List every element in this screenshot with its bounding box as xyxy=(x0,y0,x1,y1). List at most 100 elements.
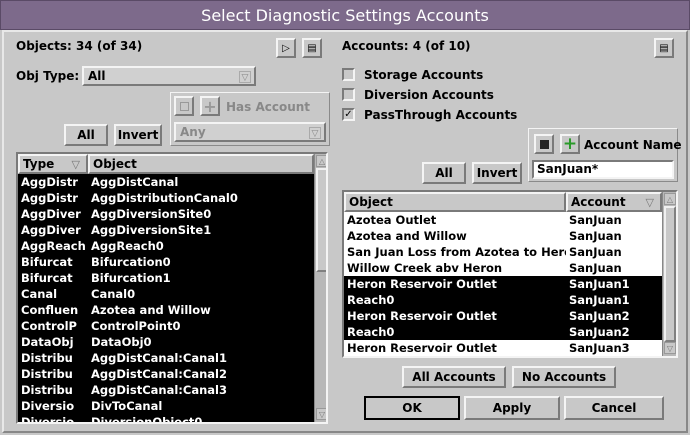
table-row[interactable]: AggDiver AggDiversionSite1 xyxy=(18,222,314,238)
column-object[interactable]: Object xyxy=(344,192,566,212)
table-row[interactable]: Confluen Azotea and Willow xyxy=(18,302,314,318)
cell-object: AggDistributionCanal0 xyxy=(91,191,238,205)
objects-table-body: AggDistr AggDistCanal AggDistr AggDistribut… xyxy=(18,174,314,424)
cell-type: AggDistr xyxy=(21,175,78,189)
table-row[interactable]: Heron Reservoir Outlet SanJuan3 xyxy=(344,340,662,356)
storage-accounts-checkbox[interactable] xyxy=(342,68,355,81)
scroll-down-icon[interactable]: ▽ xyxy=(664,342,676,354)
sort-desc-icon: ▽ xyxy=(71,158,80,171)
right-invert-button[interactable]: Invert xyxy=(472,162,522,184)
dialog-body: Objects: 34 (of 34) ▷ ▤ Obj Type: All ▽ … xyxy=(2,30,688,433)
table-row[interactable]: AggReach AggReach0 xyxy=(18,238,314,254)
table-row[interactable]: AggDistr AggDistCanal xyxy=(18,174,314,190)
cell-object: Bifurcation1 xyxy=(91,271,171,285)
account-filter-toggle-button[interactable] xyxy=(534,134,554,154)
cell-object: Reach0 xyxy=(347,293,395,307)
scroll-up-icon[interactable]: △ xyxy=(316,155,326,167)
table-row[interactable]: Distribu AggDistCanal:Canal3 xyxy=(18,382,314,398)
table-row[interactable]: Diversio DivToCanal xyxy=(18,398,314,414)
cell-object: DataObj0 xyxy=(91,335,152,349)
cell-object: AggDistCanal:Canal3 xyxy=(91,383,227,397)
cell-object: AggReach0 xyxy=(91,239,164,253)
accounts-count-label: Accounts: 4 (of 10) xyxy=(342,39,471,53)
cell-type: AggReach xyxy=(21,239,86,253)
cell-type: ControlP xyxy=(21,319,77,333)
no-accounts-button[interactable]: No Accounts xyxy=(512,366,616,388)
table-row[interactable]: AggDiver AggDiversionSite0 xyxy=(18,206,314,222)
scroll-down-icon[interactable]: ▽ xyxy=(316,408,326,420)
chevron-down-icon: ▽ xyxy=(239,71,251,83)
cell-object: San Juan Loss from Azotea to Heron xyxy=(347,245,566,259)
cancel-button[interactable]: Cancel xyxy=(564,396,664,420)
objtype-select[interactable]: All ▽ xyxy=(82,66,256,86)
options-menu-icon[interactable]: ▤ xyxy=(302,38,322,58)
table-row[interactable]: Canal Canal0 xyxy=(18,286,314,302)
cell-type: AggDistr xyxy=(21,191,78,205)
cell-account: SanJuan xyxy=(569,261,622,275)
cell-object: DiversionObject0 xyxy=(91,415,203,424)
plus-icon[interactable]: + xyxy=(200,96,220,116)
table-row[interactable]: Bifurcat Bifurcation1 xyxy=(18,270,314,286)
cell-object: Heron Reservoir Outlet xyxy=(347,309,497,323)
column-type[interactable]: Type ▽ xyxy=(18,154,88,174)
accounts-table-header: Object Account ▽ xyxy=(344,192,662,212)
cell-object: Reach0 xyxy=(347,325,395,339)
scroll-up-icon[interactable]: △ xyxy=(664,193,676,205)
cell-object: ControlPoint0 xyxy=(91,319,181,333)
passthrough-accounts-checkbox[interactable]: ✓ xyxy=(342,108,355,121)
cell-type: AggDiver xyxy=(21,207,81,221)
scroll-thumb[interactable] xyxy=(316,168,326,272)
cell-object: Heron Reservoir Outlet xyxy=(347,341,497,355)
window-title: Select Diagnostic Settings Accounts xyxy=(0,0,690,30)
scroll-thumb[interactable] xyxy=(664,206,676,342)
plus-icon[interactable]: + xyxy=(560,134,580,154)
cell-object: Willow Creek abv Heron xyxy=(347,261,503,275)
table-row[interactable]: Reach0 SanJuan1 xyxy=(344,292,662,308)
storage-accounts-label: Storage Accounts xyxy=(364,68,484,82)
table-row[interactable]: DataObj DataObj0 xyxy=(18,334,314,350)
cell-object: Azotea and Willow xyxy=(91,303,211,317)
table-row[interactable]: AggDistr AggDistributionCanal0 xyxy=(18,190,314,206)
column-object[interactable]: Object xyxy=(88,154,314,174)
column-account[interactable]: Account ▽ xyxy=(566,192,662,212)
apply-button[interactable]: Apply xyxy=(464,396,560,420)
diversion-accounts-checkbox[interactable] xyxy=(342,88,355,101)
all-accounts-button[interactable]: All Accounts xyxy=(402,366,506,388)
account-name-input[interactable]: SanJuan* xyxy=(532,160,674,179)
cell-type: Distribu xyxy=(21,383,73,397)
table-row[interactable]: San Juan Loss from Azotea to Heron SanJua… xyxy=(344,244,662,260)
cell-object: AggDistCanal:Canal1 xyxy=(91,351,227,365)
left-invert-button[interactable]: Invert xyxy=(114,124,162,146)
objects-scrollbar[interactable]: △ ▽ xyxy=(314,154,326,422)
cell-account: SanJuan2 xyxy=(569,325,630,339)
cell-object: AggDiversionSite1 xyxy=(91,223,212,237)
table-row[interactable]: Distribu AggDistCanal:Canal1 xyxy=(18,350,314,366)
cell-type: Diversio xyxy=(21,399,75,413)
cell-type: Diversio xyxy=(21,415,75,424)
cell-object: AggDistCanal xyxy=(91,175,179,189)
table-row[interactable]: Heron Reservoir Outlet SanJuan2 xyxy=(344,308,662,324)
ok-button[interactable]: OK xyxy=(364,396,460,420)
accounts-scrollbar[interactable]: △ ▽ xyxy=(662,192,676,356)
play-icon[interactable]: ▷ xyxy=(276,38,296,58)
table-row[interactable]: ControlP ControlPoint0 xyxy=(18,318,314,334)
has-account-value: Any xyxy=(180,125,206,139)
has-account-select[interactable]: Any ▽ xyxy=(174,122,326,142)
right-all-button[interactable]: All xyxy=(422,162,466,184)
has-account-toggle-button[interactable] xyxy=(174,96,194,116)
objtype-label: Obj Type: xyxy=(16,69,80,83)
left-all-button[interactable]: All xyxy=(64,124,108,146)
accounts-table-body: Azotea Outlet SanJuan Azotea and Willow San… xyxy=(344,212,662,356)
checkmark-icon: ✓ xyxy=(344,109,353,120)
table-row[interactable]: Distribu AggDistCanal:Canal2 xyxy=(18,366,314,382)
table-row[interactable]: Willow Creek abv Heron SanJuan xyxy=(344,260,662,276)
table-row[interactable]: Azotea Outlet SanJuan xyxy=(344,212,662,228)
cell-type: AggDiver xyxy=(21,223,81,237)
table-row[interactable]: Reach0 SanJuan2 xyxy=(344,324,662,340)
cell-type: DataObj xyxy=(21,335,74,349)
table-row[interactable]: Heron Reservoir Outlet SanJuan1 xyxy=(344,276,662,292)
table-row[interactable]: Bifurcat Bifurcation0 xyxy=(18,254,314,270)
options-menu-icon[interactable]: ▤ xyxy=(654,38,674,58)
table-row[interactable]: Diversio DiversionObject0 xyxy=(18,414,314,424)
table-row[interactable]: Azotea and Willow SanJuan xyxy=(344,228,662,244)
